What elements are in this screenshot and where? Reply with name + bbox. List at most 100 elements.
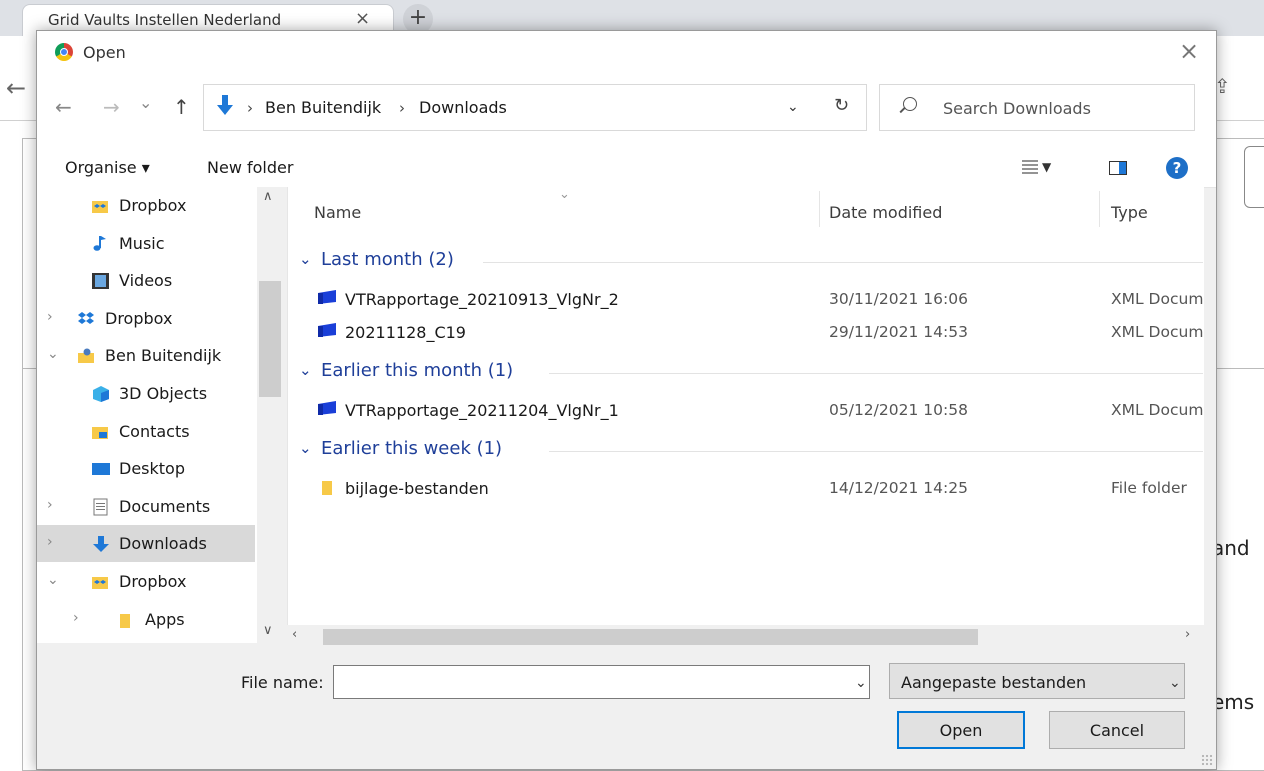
column-header-name[interactable]: Name (314, 203, 361, 222)
file-name-dropdown-icon[interactable]: ⌄ (855, 675, 867, 691)
downloads-icon (217, 95, 233, 115)
page-text-fragment: and (1212, 536, 1250, 560)
file-date-modified: 05/12/2021 10:58 (829, 401, 968, 419)
group-collapse-icon[interactable]: ⌄ (299, 250, 312, 268)
search-icon (903, 97, 917, 111)
column-divider[interactable] (1099, 191, 1100, 227)
search-placeholder: Search Downloads (943, 99, 1091, 118)
refresh-icon[interactable]: ↻ (834, 95, 849, 116)
column-header-date-modified[interactable]: Date modified (829, 203, 942, 222)
group-collapse-icon[interactable]: ⌄ (299, 439, 312, 457)
nav-item[interactable]: › Downloads (37, 525, 255, 563)
file-type: XML Docum (1111, 401, 1204, 419)
folder-icon (117, 611, 135, 628)
nav-item[interactable]: Desktop (37, 450, 255, 487)
nav-item-label: Dropbox (105, 308, 173, 328)
breadcrumb-item-downloads[interactable]: Downloads (419, 98, 507, 117)
group-divider (483, 262, 1203, 263)
page-button[interactable] (1244, 146, 1264, 208)
nav-item[interactable]: 3D Objects (37, 375, 255, 412)
chevron-right-icon[interactable]: › (47, 497, 53, 513)
recent-locations-icon[interactable]: ⌄ (139, 93, 152, 112)
nav-item[interactable]: › Apps (37, 601, 255, 638)
nav-item-label: Videos (119, 271, 173, 291)
file-date-modified: 30/11/2021 16:06 (829, 290, 968, 308)
breadcrumb-separator: › (399, 99, 405, 117)
dialog-title: Open (83, 43, 126, 62)
view-options-icon[interactable] (1022, 160, 1038, 174)
nav-item-label: Documents (119, 496, 211, 516)
nav-item[interactable]: › Documents (37, 488, 255, 525)
open-button[interactable]: Open (897, 711, 1025, 749)
file-type: File folder (1111, 479, 1187, 497)
preview-pane-icon[interactable] (1109, 161, 1127, 175)
scroll-right-icon[interactable]: › (1185, 627, 1190, 642)
nav-item-label: Ben Buitendijk (105, 346, 222, 366)
nav-pane-scrollbar[interactable] (257, 187, 287, 643)
column-divider[interactable] (819, 191, 820, 227)
chevron-down-icon[interactable]: ▼ (1042, 160, 1051, 174)
breadcrumb-item-user[interactable]: Ben Buitendijk (265, 98, 381, 117)
dropbox-icon (77, 310, 95, 327)
sort-indicator-icon: ⌄ (559, 187, 570, 202)
nav-pane-scroll-thumb[interactable] (259, 281, 281, 397)
chevron-down-icon[interactable]: ⌄ (1169, 675, 1181, 691)
open-file-dialog: Open × ← → ⌄ ↑ › Ben Buitendijk › Downlo… (36, 30, 1217, 770)
new-folder-button[interactable]: New folder (207, 158, 293, 177)
nav-item[interactable]: Contacts (37, 413, 255, 450)
file-type: XML Docum (1111, 323, 1204, 341)
chevron-down-icon[interactable]: ⌄ (47, 572, 59, 588)
scroll-up-icon[interactable]: ∧ (263, 189, 273, 204)
navigation-pane: Dropbox Music Videos › Dropbox ⌄ Ben Buitendij… (37, 187, 287, 643)
scroll-down-icon[interactable]: ∨ (263, 623, 273, 638)
nav-item[interactable]: Music (37, 225, 255, 262)
group-divider (549, 451, 1203, 452)
chevron-right-icon[interactable]: › (47, 309, 53, 325)
file-name: VTRapportage_20210913_VlgNr_2 (345, 290, 619, 309)
chevron-down-icon[interactable]: ⌄ (47, 346, 59, 362)
browser-tab-close-icon[interactable]: × (355, 8, 370, 29)
chevron-right-icon[interactable]: › (73, 610, 79, 626)
dialog-title-bar: Open × (37, 31, 1216, 75)
close-icon[interactable]: × (1179, 37, 1199, 65)
nav-item-label: Dropbox (119, 572, 187, 591)
group-header[interactable]: Earlier this week (1) (321, 438, 502, 459)
help-icon[interactable]: ? (1166, 157, 1188, 179)
file-type: XML Docum (1111, 290, 1204, 308)
address-dropdown-icon[interactable]: ⌄ (787, 99, 799, 115)
group-collapse-icon[interactable]: ⌄ (299, 361, 312, 379)
music-icon (91, 235, 109, 252)
nav-item-label: 3D Objects (119, 384, 208, 403)
nav-item[interactable]: › Dropbox (37, 300, 255, 337)
cancel-button[interactable]: Cancel (1049, 711, 1185, 749)
nav-item[interactable]: ⌄ Ben Buitendijk (37, 337, 255, 374)
nav-item-label: Apps (145, 609, 185, 629)
file-name-input[interactable] (333, 665, 870, 699)
column-header-type[interactable]: Type (1111, 203, 1148, 222)
nav-item[interactable]: Dropbox (37, 187, 255, 224)
downloads-icon (91, 535, 109, 553)
file-name: bijlage-bestanden (345, 479, 489, 498)
group-header[interactable]: Last month (2) (321, 249, 454, 270)
3d-objects-icon (91, 385, 109, 402)
scroll-left-icon[interactable]: ‹ (292, 627, 297, 642)
group-header[interactable]: Earlier this month (1) (321, 360, 513, 381)
chevron-right-icon[interactable]: › (47, 534, 53, 550)
browser-back-icon[interactable]: ← (6, 74, 26, 102)
nav-item[interactable]: ⌄ Dropbox (37, 563, 255, 600)
group-divider (549, 373, 1203, 374)
nav-item-label: Music (119, 233, 165, 253)
back-arrow-icon[interactable]: ← (55, 95, 72, 119)
resize-grip-icon[interactable] (1201, 754, 1213, 766)
nav-item-label: Downloads (119, 534, 207, 554)
contacts-icon (91, 423, 109, 440)
file-name: VTRapportage_20211204_VlgNr_1 (345, 401, 619, 420)
horizontal-scroll-thumb[interactable] (323, 629, 978, 645)
nav-item-label: Desktop (119, 459, 185, 479)
folder-icon (319, 478, 333, 496)
up-arrow-icon[interactable]: ↑ (173, 95, 190, 119)
forward-arrow-icon[interactable]: → (103, 95, 120, 119)
dropbox-folder-icon (91, 573, 109, 590)
nav-item[interactable]: Videos (37, 262, 255, 299)
organise-button[interactable]: Organise ▾ (65, 158, 150, 177)
